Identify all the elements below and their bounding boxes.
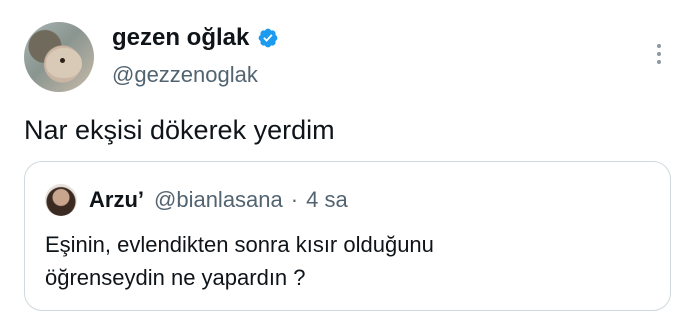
tweet-header: gezen oğlak @gezzenoglak	[24, 18, 670, 98]
more-dot	[657, 60, 661, 64]
author-handle[interactable]: @gezzenoglak	[112, 62, 258, 88]
author-name-row: gezen oğlak	[112, 24, 279, 52]
quoted-text-line-2: öğrenseydin ne yapardın ?	[45, 265, 306, 290]
quoted-tweet-header: Arzu’ @bianlasana · 4 sa	[45, 184, 348, 216]
separator-dot: ·	[290, 187, 299, 212]
more-dot	[657, 44, 661, 48]
author-avatar[interactable]	[24, 22, 94, 92]
more-dot	[657, 52, 661, 56]
quoted-tweet-text: Eşinin, evlendikten sonra kısır olduğunu…	[45, 228, 650, 294]
author-display-name[interactable]: gezen oğlak	[112, 24, 249, 52]
goat-image	[46, 48, 82, 78]
more-vertical-icon[interactable]	[656, 44, 662, 64]
tweet-text: Nar ekşisi dökerek yerdim	[24, 115, 335, 145]
goat-eye	[60, 58, 65, 63]
quoted-tweet-time[interactable]: 4 sa	[306, 187, 348, 213]
verified-badge-icon	[258, 28, 278, 48]
quoted-author-name[interactable]: Arzu’	[89, 187, 144, 213]
quoted-text-line-1: Eşinin, evlendikten sonra kısır olduğunu	[45, 232, 434, 257]
quoted-tweet[interactable]: Arzu’ @bianlasana · 4 sa Eşinin, evlendi…	[24, 161, 671, 311]
quoted-author-handle[interactable]: @bianlasana	[154, 187, 283, 213]
quoted-author-avatar[interactable]	[45, 184, 77, 216]
